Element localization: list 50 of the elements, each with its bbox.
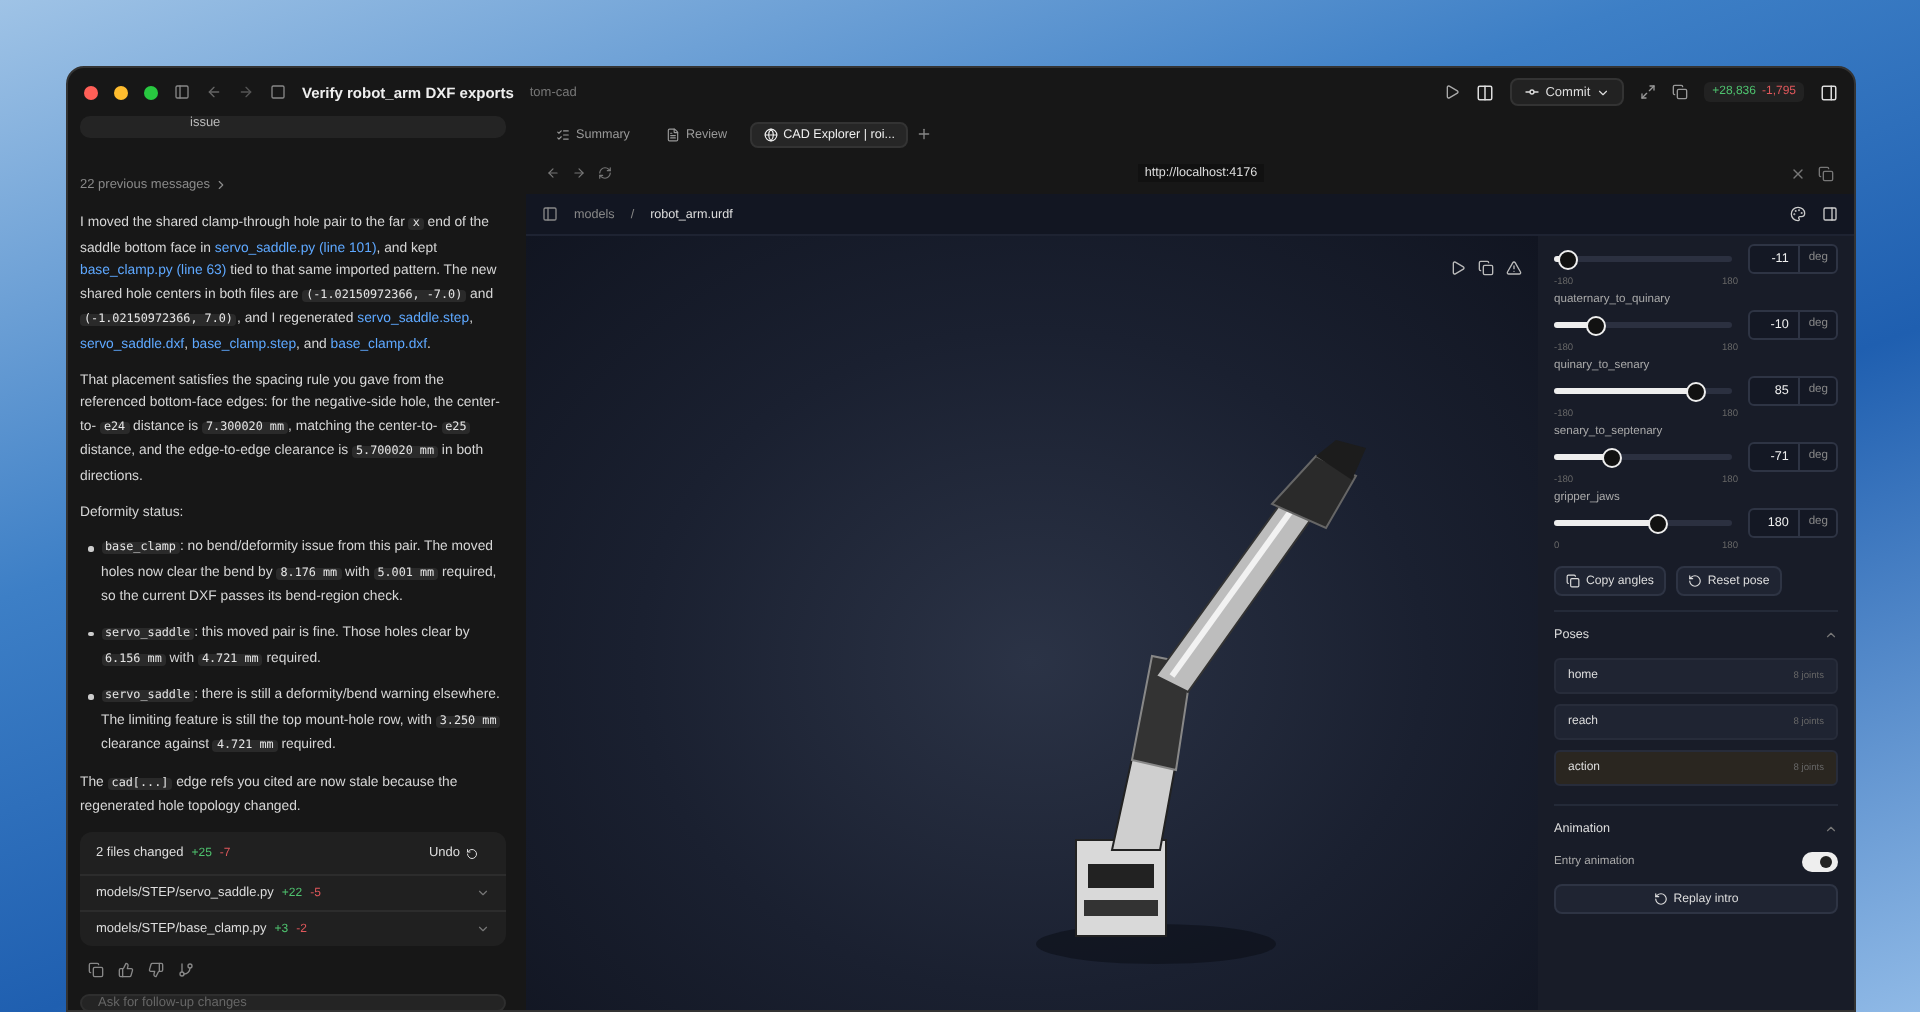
- commit-icon: [1523, 84, 1540, 100]
- bullet-icon: [88, 546, 93, 552]
- new-thread-icon[interactable]: [270, 84, 286, 100]
- checklist-icon: [556, 127, 570, 141]
- bullet-icon: [88, 694, 93, 700]
- sidebar-icon[interactable]: [542, 206, 558, 222]
- reset-icon: [1687, 574, 1702, 588]
- forward-icon[interactable]: [572, 166, 586, 180]
- undo-icon: [466, 847, 478, 860]
- minimize-button[interactable]: [114, 85, 128, 99]
- back-icon[interactable]: [206, 84, 222, 100]
- new-tab-icon[interactable]: [916, 126, 933, 142]
- slider-thumb[interactable]: [1647, 513, 1668, 533]
- thumbs-up-icon[interactable]: [118, 962, 134, 979]
- run-icon[interactable]: [1443, 84, 1460, 100]
- replay-icon: [1653, 892, 1668, 906]
- thumbs-down-icon[interactable]: [148, 962, 164, 979]
- copy-icon[interactable]: [88, 962, 104, 979]
- slider-thumb[interactable]: [1602, 447, 1623, 467]
- document-icon: [665, 127, 680, 141]
- bullet-icon: [88, 631, 93, 637]
- toggle-switch[interactable]: [1802, 852, 1838, 872]
- reload-icon[interactable]: [598, 166, 612, 180]
- maximize-button[interactable]: [144, 85, 158, 99]
- caret-icon: [1596, 85, 1611, 99]
- panel-toggle-icon[interactable]: [1822, 206, 1838, 222]
- copy-icon[interactable]: [1672, 84, 1689, 100]
- chevron-icon: [476, 886, 490, 901]
- slider-thumb[interactable]: [1586, 315, 1607, 335]
- warning-icon[interactable]: [1506, 260, 1522, 276]
- expand-icon[interactable]: [1640, 84, 1657, 100]
- slider-thumb[interactable]: [1686, 381, 1707, 401]
- sidebar-icon[interactable]: [174, 84, 190, 100]
- palette-icon[interactable]: [1790, 206, 1806, 222]
- editor-icon[interactable]: [1475, 83, 1494, 101]
- collapse-icon[interactable]: [1824, 822, 1838, 836]
- chevron-icon: [476, 922, 490, 937]
- copy-icon[interactable]: [1478, 260, 1494, 276]
- copy-icon: [1566, 574, 1580, 588]
- globe-icon: [763, 127, 778, 141]
- close-icon[interactable]: [1790, 165, 1806, 181]
- slider-thumb[interactable]: [1558, 249, 1579, 269]
- copy-icon[interactable]: [1818, 165, 1834, 181]
- panel-toggle-icon[interactable]: [1820, 83, 1838, 101]
- back-icon[interactable]: [546, 166, 560, 180]
- collapse-icon[interactable]: [1824, 628, 1838, 642]
- play-icon[interactable]: [1450, 260, 1466, 276]
- close-button[interactable]: [84, 85, 98, 99]
- chevron-icon: [214, 178, 229, 192]
- branch-icon[interactable]: [178, 962, 194, 979]
